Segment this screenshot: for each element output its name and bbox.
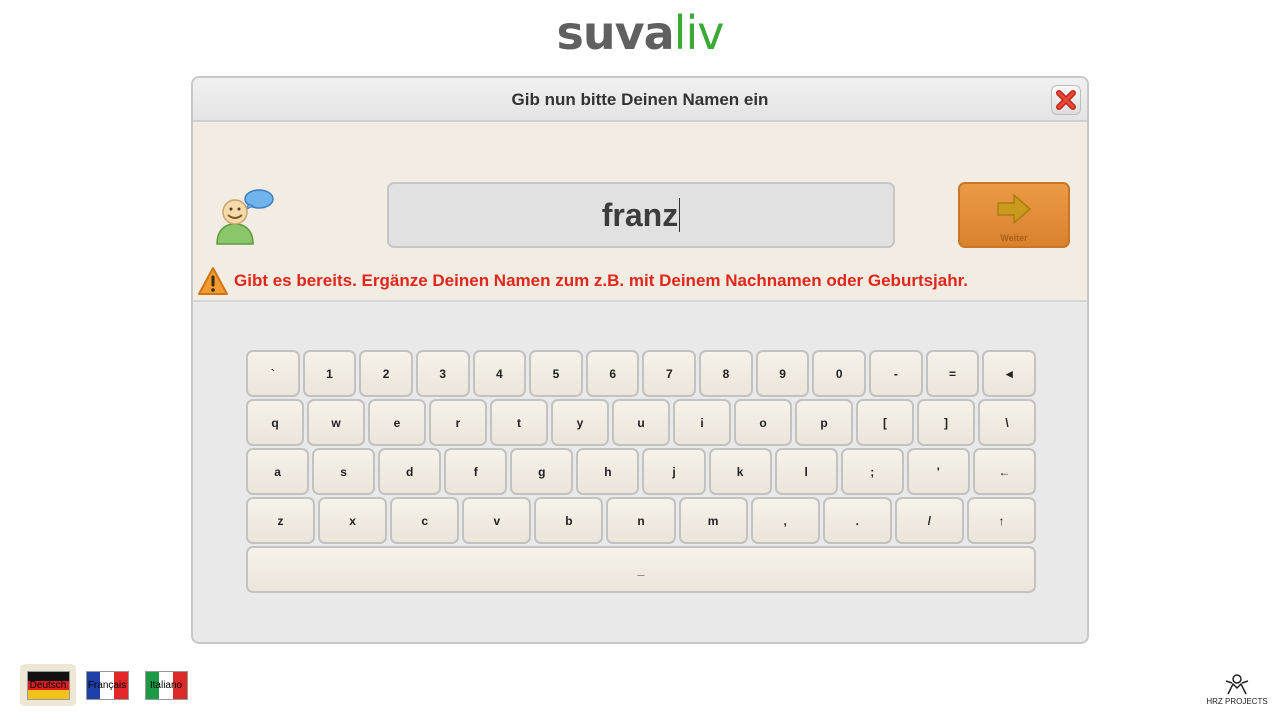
key-row2-0[interactable]: q	[246, 399, 304, 446]
key-row3-6[interactable]: j	[642, 448, 706, 495]
next-button-label: Weiter	[1000, 233, 1028, 243]
lang-label-italiano: Italiano	[149, 679, 183, 691]
key-row2-6[interactable]: u	[612, 399, 670, 446]
key-row1-6[interactable]: 6	[585, 350, 640, 397]
close-icon	[1056, 90, 1076, 110]
close-button[interactable]	[1051, 85, 1081, 115]
name-entry-dialog: Gib nun bitte Deinen Namen ein franz Wei	[191, 76, 1089, 644]
key-row1-9[interactable]: 9	[755, 350, 810, 397]
key-row4-1[interactable]: x	[318, 497, 388, 544]
input-area: franz Weiter Gibt es bereits. Ergänze De…	[193, 122, 1087, 302]
key-row4-2[interactable]: c	[390, 497, 460, 544]
key-row3-3[interactable]: f	[444, 448, 508, 495]
key-row3-9[interactable]: ;	[840, 448, 904, 495]
logo-part-suva: suva	[556, 6, 675, 60]
key-row2-5[interactable]: y	[551, 399, 609, 446]
key-row2-2[interactable]: e	[368, 399, 426, 446]
dialog-title: Gib nun bitte Deinen Namen ein	[511, 90, 769, 109]
key-row2-9[interactable]: p	[795, 399, 853, 446]
warning-triangle-icon	[198, 267, 228, 295]
on-screen-keyboard: ` 1 2 3 4 5 6 7 8 9 0- = ◄ q w e r t y u i o p[] \ a s d f g h j k l; '…	[246, 350, 1037, 595]
key-row2-4[interactable]: t	[490, 399, 548, 446]
hrz-brand-text: HRZ PROJECTS	[1206, 697, 1268, 706]
key-row1-7[interactable]: 7	[642, 350, 697, 397]
arrow-right-icon	[997, 193, 1032, 225]
key-row2-1[interactable]: w	[307, 399, 365, 446]
key-row3-11[interactable]: ←	[972, 448, 1036, 495]
key-row4-10[interactable]: ↑	[966, 497, 1037, 544]
key-row2-3[interactable]: r	[429, 399, 487, 446]
key-row4-6[interactable]: m	[678, 497, 748, 544]
key-row1-8[interactable]: 8	[699, 350, 753, 397]
key-row2-8[interactable]: o	[734, 399, 792, 446]
name-input-value: franz	[601, 196, 679, 233]
key-row1-0[interactable]: `	[246, 350, 300, 397]
language-switcher: Deutsch Français Italiano	[20, 664, 197, 706]
key-row1-3[interactable]: 3	[415, 350, 470, 397]
flag-italy-icon: Italiano	[144, 670, 188, 700]
key-space[interactable]: _	[246, 546, 1036, 593]
warning-text: Gibt es bereits. Ergänze Deinen Namen zu…	[234, 271, 969, 290]
suvaliv-logo: suvaliv	[0, 6, 1280, 60]
key-row4-9[interactable]: /	[894, 497, 964, 544]
hrz-brand: HRZ PROJECTS	[1204, 672, 1270, 712]
key-row4-7[interactable]: ,	[750, 497, 820, 544]
key-row2-10[interactable]: [	[856, 399, 914, 446]
text-caret	[679, 198, 681, 232]
key-row1-2[interactable]: 2	[359, 350, 413, 397]
key-row1-10[interactable]: 0	[812, 350, 867, 397]
user-speech-icon	[216, 189, 274, 245]
name-input[interactable]: franz	[387, 182, 895, 248]
key-row4-5[interactable]: n	[606, 497, 676, 544]
keyboard-row-4: z x c v b n m,. / ↑	[246, 497, 1037, 544]
keyboard-row-3: a s d f g h j k l; ' ←	[246, 448, 1036, 495]
key-row1-11[interactable]: -	[869, 350, 923, 397]
key-row1-4[interactable]: 4	[472, 350, 527, 397]
flag-germany-icon: Deutsch	[26, 670, 70, 700]
key-row1-5[interactable]: 5	[529, 350, 583, 397]
keyboard-row-1: ` 1 2 3 4 5 6 7 8 9 0- = ◄	[246, 350, 1036, 397]
dialog-header: Gib nun bitte Deinen Namen ein	[193, 78, 1087, 122]
lang-label-francais: Français	[87, 679, 127, 691]
key-row2-11[interactable]: ]	[917, 399, 975, 446]
keyboard-row-space: _	[246, 546, 1036, 593]
key-row3-0[interactable]: a	[246, 448, 310, 495]
lang-button-francais[interactable]: Français	[79, 664, 135, 706]
lang-button-italiano[interactable]: Italiano	[138, 664, 194, 706]
warning-message: Gibt es bereits. Ergänze Deinen Namen zu…	[197, 264, 1077, 298]
key-row2-7[interactable]: i	[673, 399, 731, 446]
key-row1-12[interactable]: =	[925, 350, 980, 397]
key-row3-1[interactable]: s	[312, 448, 376, 495]
flag-france-icon: Français	[85, 670, 129, 700]
key-row3-4[interactable]: g	[510, 448, 574, 495]
hrz-logo-icon	[1225, 674, 1249, 695]
key-row3-5[interactable]: h	[576, 448, 640, 495]
key-row1-13[interactable]: ◄	[982, 350, 1036, 397]
key-row2-12[interactable]: \	[978, 399, 1036, 446]
key-row1-1[interactable]: 1	[302, 350, 357, 397]
lang-button-deutsch[interactable]: Deutsch	[20, 664, 76, 706]
logo-part-liv: liv	[673, 6, 725, 60]
lang-label-deutsch: Deutsch	[29, 679, 67, 691]
next-button[interactable]: Weiter	[958, 182, 1070, 248]
key-row3-2[interactable]: d	[378, 448, 442, 495]
key-row4-8[interactable]: .	[822, 497, 892, 544]
key-row4-0[interactable]: z	[246, 497, 316, 544]
key-row3-8[interactable]: l	[774, 448, 838, 495]
key-row4-3[interactable]: v	[462, 497, 532, 544]
key-row3-10[interactable]: '	[906, 448, 970, 495]
key-row3-7[interactable]: k	[708, 448, 772, 495]
keyboard-row-2: q w e r t y u i o p[] \	[246, 399, 1036, 446]
key-row4-4[interactable]: b	[534, 497, 604, 544]
